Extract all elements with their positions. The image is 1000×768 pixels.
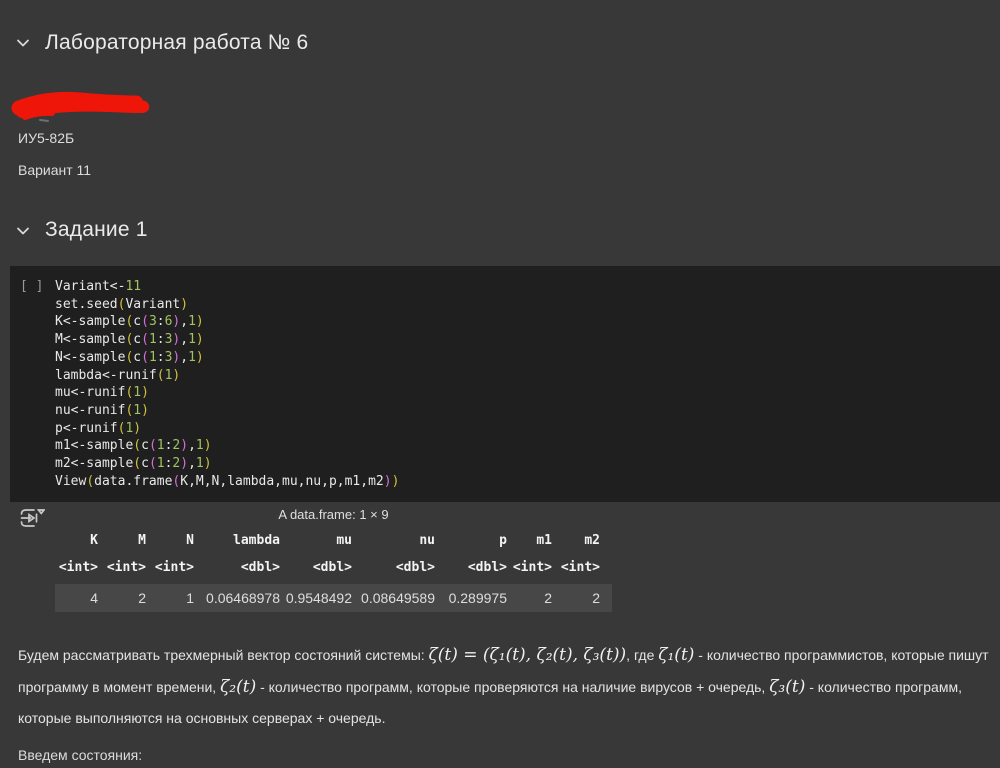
code-line: mu<-runif(1) — [55, 384, 1000, 402]
collapse-chevron-icon[interactable] — [16, 226, 30, 236]
dataframe-header-row: KMNlambdamunupm1m2 — [55, 528, 612, 553]
dataframe-cell: 2 — [507, 590, 552, 606]
code-line: set.seed(Variant) — [55, 296, 1000, 314]
dataframe-value-row: 4210.064689780.95484920.086495890.289975… — [55, 584, 612, 612]
dataframe-cell: <int> — [507, 560, 552, 575]
dataframe-cell: nu — [352, 533, 435, 548]
code-line: lambda<-runif(1) — [55, 367, 1000, 385]
dataframe-cell: m1 — [507, 533, 552, 548]
dataframe-cell: <int> — [55, 560, 98, 575]
inline-math: ζ₂(t) — [220, 677, 256, 697]
dataframe-cell: 2 — [552, 590, 612, 606]
collapse-chevron-icon[interactable] — [16, 38, 30, 48]
dataframe-cell: mu — [280, 533, 352, 548]
dataframe-cell: 2 — [98, 590, 146, 606]
dataframe-cell: M — [98, 533, 146, 548]
dataframe-cell: <dbl> — [194, 560, 280, 575]
code-line: N<-sample(c(1:3),1) — [55, 349, 1000, 367]
code-line: p<-runif(1) — [55, 420, 1000, 438]
dataframe-caption: A data.frame: 1 × 9 — [55, 507, 612, 528]
code-lines: Variant<-11set.seed(Variant)K<-sample(c(… — [55, 278, 1000, 490]
code-cell[interactable]: [ ] Variant<-11set.seed(Variant)K<-sampl… — [10, 266, 1000, 502]
code-line: M<-sample(c(1:3),1) — [55, 331, 1000, 349]
section-title-lab: Лабораторная работа № 6 — [45, 31, 308, 55]
code-line: K<-sample(c(3:6),1) — [55, 313, 1000, 331]
inline-math: ζ₃(t) — [769, 677, 805, 697]
inline-math: ζ(t) = (ζ₁(t), ζ₂(t), ζ₃(t)) — [429, 645, 627, 665]
code-line: m1<-sample(c(1:2),1) — [55, 437, 1000, 455]
dataframe-cell: 0.289975 — [435, 590, 507, 606]
paragraph-text: , где — [626, 647, 658, 663]
dataframe-cell: lambda — [194, 533, 280, 548]
dataframe-cell: m2 — [552, 533, 612, 548]
dataframe-cell: 1 — [146, 590, 194, 606]
dataframe-cell: <dbl> — [435, 560, 507, 575]
dataframe-cell: <dbl> — [280, 560, 352, 575]
code-line: Variant<-11 — [55, 278, 1000, 296]
dataframe-cell: 0.9548492 — [280, 590, 352, 606]
dataframe-cell: <int> — [552, 560, 612, 575]
redaction-scribble — [8, 88, 168, 132]
output-options-icon[interactable] — [17, 506, 45, 530]
paragraph-text: - количество программ, которые проверяют… — [256, 679, 769, 695]
dataframe-cell: N — [146, 533, 194, 548]
dataframe-cell: <int> — [146, 560, 194, 575]
dataframe-cell: 4 — [55, 590, 98, 606]
dataframe-cell: <int> — [98, 560, 146, 575]
code-line: m2<-sample(c(1:2),1) — [55, 455, 1000, 473]
markdown-paragraph: Будем рассматривать трехмерный вектор со… — [18, 640, 993, 735]
inline-math: ζ₁(t) — [658, 645, 694, 665]
dataframe-output: A data.frame: 1 × 9 KMNlambdamunupm1m2 <… — [55, 507, 612, 612]
dataframe-type-row: <int><int><int><dbl><dbl><dbl><dbl><int>… — [55, 553, 612, 581]
dataframe-cell: p — [435, 533, 507, 548]
variant-label: Вариант 11 — [18, 162, 91, 178]
group-label: ИУ5-82Б — [18, 130, 74, 146]
dataframe-cell: 0.08649589 — [352, 590, 435, 606]
dataframe-cell: 0.06468978 — [194, 590, 280, 606]
section-title-task: Задание 1 — [45, 218, 148, 242]
code-line: nu<-runif(1) — [55, 402, 1000, 420]
dataframe-cell: K — [55, 533, 98, 548]
run-cell-button[interactable]: [ ] — [20, 279, 43, 294]
code-line: View(data.frame(K,M,N,lambda,mu,nu,p,m1,… — [55, 473, 1000, 491]
markdown-line-states: Введем состояния: — [18, 747, 142, 763]
paragraph-text: Будем рассматривать трехмерный вектор со… — [18, 647, 429, 663]
dataframe-cell: <dbl> — [352, 560, 435, 575]
